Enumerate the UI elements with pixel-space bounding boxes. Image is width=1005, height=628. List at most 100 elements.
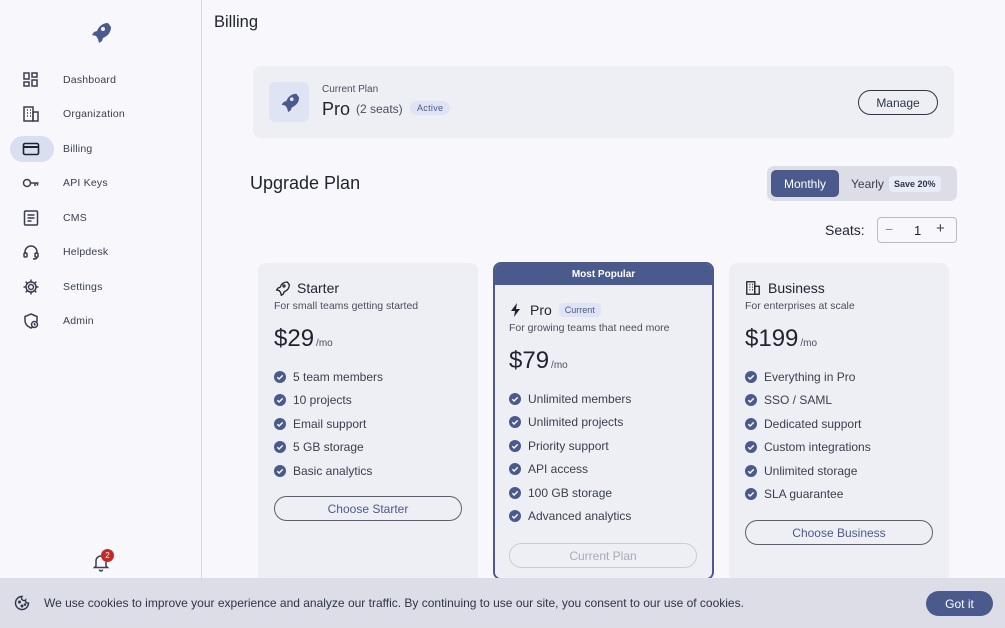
upgrade-plan-title: Upgrade Plan (250, 173, 361, 193)
plan-price: $199 (745, 325, 799, 352)
seats-stepper: − 1 + (877, 217, 957, 243)
plan-period: /mo (316, 338, 333, 349)
check-circle-icon (745, 394, 757, 407)
plan-description: For enterprises at scale (745, 300, 855, 312)
feature-item: Advanced analytics (509, 505, 631, 529)
check-circle-icon (274, 441, 286, 454)
sidebar-item-admin[interactable]: Admin (10, 308, 190, 334)
current-plan-seats: (2 seats) (356, 102, 403, 116)
most-popular-ribbon: Most Popular (495, 264, 712, 285)
check-circle-icon (745, 417, 757, 430)
sidebar-item-cms[interactable]: CMS (10, 205, 190, 231)
sidebar-item-settings[interactable]: Settings (10, 274, 190, 300)
key-icon (22, 178, 39, 188)
sidebar-item-organization[interactable]: Organization (10, 101, 190, 127)
sidebar-item-label: CMS (63, 212, 87, 224)
plan-price: $29 (274, 325, 315, 352)
check-circle-icon (274, 417, 286, 430)
feature-item: 100 GB storage (509, 481, 631, 505)
feature-item: Everything in Pro (745, 365, 871, 389)
plan-features: 5 team members 10 projects Email support… (274, 365, 383, 483)
check-circle-icon (509, 463, 521, 476)
manage-button[interactable]: Manage (858, 90, 938, 115)
cookie-text: We use cookies to improve your experienc… (44, 596, 744, 610)
dashboard-icon (23, 72, 38, 87)
sidebar-item-label: Settings (63, 281, 103, 293)
current-plan-icon-box (269, 82, 309, 122)
page-title: Billing (214, 13, 259, 31)
feature-item: Dedicated support (745, 412, 871, 436)
admin-icon (24, 313, 39, 329)
sidebar-item-helpdesk[interactable]: Helpdesk (10, 239, 190, 265)
rocket-icon[interactable] (88, 20, 112, 44)
check-circle-icon (509, 486, 521, 499)
check-circle-icon (274, 464, 286, 477)
plan-name: Starter (297, 280, 340, 296)
feature-item: Email support (274, 412, 383, 436)
gear-icon (23, 279, 39, 295)
sidebar-item-api-keys[interactable]: API Keys (10, 170, 190, 196)
current-plan-button[interactable]: Current Plan (509, 543, 697, 568)
plan-card-business: Business For enterprises at scale $199/m… (729, 263, 949, 583)
choose-business-button[interactable]: Choose Business (745, 520, 933, 545)
check-circle-icon (274, 370, 286, 383)
check-circle-icon (745, 464, 757, 477)
plan-price: $79 (509, 347, 550, 374)
sidebar-item-billing[interactable]: Billing (10, 136, 190, 162)
seats-increment-button[interactable]: + (936, 220, 945, 237)
current-plan-name: Pro (322, 99, 351, 119)
seats-value[interactable]: 1 (914, 223, 921, 238)
credit-card-icon (22, 142, 40, 156)
sidebar-item-label: Organization (63, 108, 125, 120)
got-it-button[interactable]: Got it (926, 591, 993, 616)
feature-item: Priority support (509, 434, 631, 458)
feature-item: Custom integrations (745, 436, 871, 460)
feature-item: 5 GB storage (274, 436, 383, 460)
sidebar-item-label: Billing (63, 143, 93, 155)
seats-label: Seats: (825, 222, 865, 238)
plan-card-pro: Most Popular Pro Current For growing tea… (493, 262, 714, 580)
check-circle-icon (509, 392, 521, 405)
check-circle-icon (509, 439, 521, 452)
toggle-monthly[interactable]: Monthly (771, 170, 839, 197)
building-icon (746, 281, 760, 295)
feature-item: Unlimited members (509, 387, 631, 411)
current-plan-card: Current Plan Pro (2 seats) Active Manage (253, 66, 954, 138)
check-circle-icon (745, 441, 757, 454)
plan-name: Pro (530, 302, 552, 318)
feature-item: 10 projects (274, 389, 383, 413)
feature-item: Basic analytics (274, 459, 383, 483)
status-badge: Active (410, 101, 451, 115)
pro-card-body: Pro Current For growing teams that need … (495, 285, 712, 578)
cookie-banner: We use cookies to improve your experienc… (0, 578, 1005, 628)
plan-features: Unlimited members Unlimited projects Pri… (509, 387, 631, 528)
notification-badge: 2 (101, 549, 114, 562)
current-badge: Current (558, 303, 601, 317)
feature-item: API access (509, 458, 631, 482)
check-circle-icon (509, 510, 521, 523)
sidebar-item-label: Helpdesk (63, 246, 109, 258)
sidebar-item-label: Dashboard (63, 74, 117, 86)
plan-description: For growing teams that need more (509, 322, 670, 334)
feature-item: 5 team members (274, 365, 383, 389)
check-circle-icon (745, 488, 757, 501)
cookie-icon (14, 595, 30, 611)
feature-item: Unlimited storage (745, 459, 871, 483)
sidebar-item-label: Admin (63, 315, 94, 327)
plan-name: Business (768, 280, 825, 296)
check-circle-icon (509, 416, 521, 429)
plan-card-starter: Starter For small teams getting started … (258, 263, 478, 583)
plan-period: /mo (800, 338, 818, 349)
check-circle-icon (745, 370, 757, 383)
headset-icon (23, 245, 39, 260)
plan-period: /mo (551, 360, 568, 371)
sidebar-item-dashboard[interactable]: Dashboard (10, 67, 190, 93)
feature-item: Unlimited projects (509, 411, 631, 435)
billing-period-toggle: Monthly Yearly Save 20% (767, 166, 957, 201)
toggle-yearly[interactable]: Yearly (851, 177, 884, 191)
seats-decrement-button[interactable]: − (885, 221, 893, 237)
choose-starter-button[interactable]: Choose Starter (274, 496, 462, 521)
sidebar-item-label: API Keys (63, 177, 108, 189)
current-plan-label: Current Plan (322, 84, 379, 95)
rocket-icon (275, 281, 290, 296)
